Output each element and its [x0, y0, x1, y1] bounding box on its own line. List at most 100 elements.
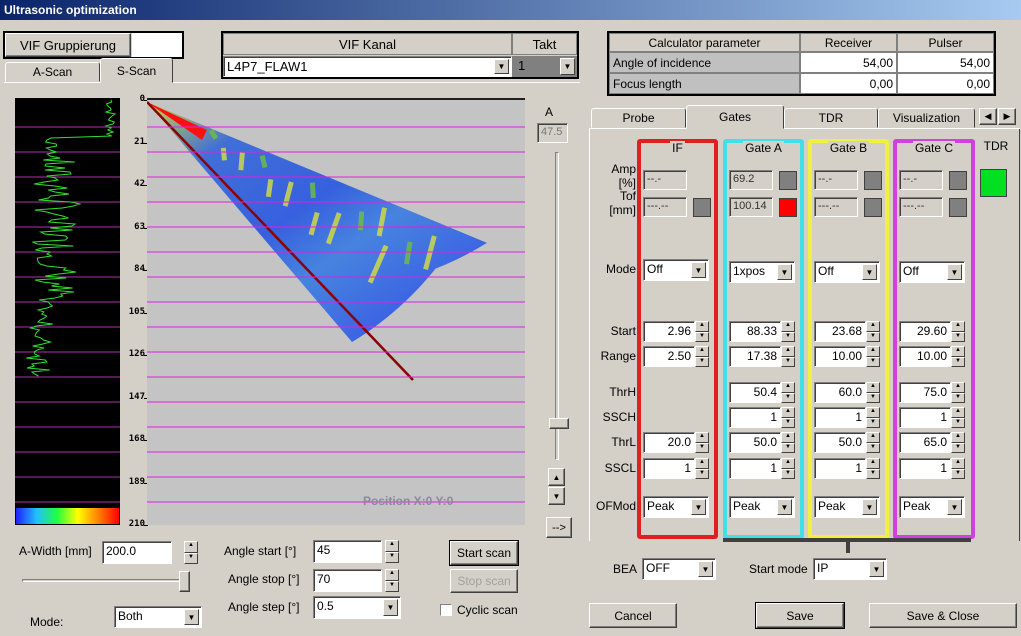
amp-slider-thumb[interactable] [549, 418, 569, 429]
a-width-slider[interactable] [22, 579, 185, 582]
chevron-down-icon[interactable]: ▼ [862, 499, 877, 515]
mode-select[interactable]: Off ▼ [814, 261, 880, 283]
start-input[interactable]: 29.60 [899, 321, 951, 342]
chevron-down-icon[interactable]: ▼ [777, 264, 792, 280]
sscl-input[interactable]: 1 [814, 458, 866, 479]
mode-select[interactable]: Off ▼ [899, 261, 965, 283]
thrh-input[interactable]: 60.0 [814, 382, 866, 403]
tab-visualization[interactable]: Visualization [878, 108, 975, 128]
thrl-stepper[interactable]: ▲ ▼ [695, 432, 709, 453]
range-input[interactable]: 17.38 [729, 346, 781, 367]
ssch-stepper[interactable]: ▲ ▼ [866, 407, 880, 428]
start-stepper[interactable]: ▲ ▼ [951, 321, 965, 342]
vif-gruppierung-field[interactable] [132, 33, 182, 57]
start-stepper[interactable]: ▲ ▼ [781, 321, 795, 342]
a-width-input[interactable]: 200.0 [102, 541, 172, 564]
s-scan-view[interactable]: Position X:0 Y:0 [146, 98, 525, 525]
ssch-stepper[interactable]: ▲ ▼ [781, 407, 795, 428]
range-stepper[interactable]: ▲ ▼ [695, 346, 709, 367]
amp-down-button[interactable]: ▼ [548, 487, 565, 505]
takt-select[interactable]: 1 ▼ [512, 56, 577, 77]
mode-select[interactable]: 1xpos ▼ [729, 261, 795, 283]
cancel-button[interactable]: Cancel [589, 603, 677, 628]
range-input[interactable]: 10.00 [899, 346, 951, 367]
start-input[interactable]: 23.68 [814, 321, 866, 342]
start-stepper[interactable]: ▲ ▼ [695, 321, 709, 342]
range-input[interactable]: 10.00 [814, 346, 866, 367]
mode-select[interactable]: Both ▼ [114, 606, 202, 628]
angle-step-select[interactable]: 0.5 ▼ [313, 596, 401, 619]
a-width-slider-thumb[interactable] [179, 571, 190, 592]
save-button[interactable]: Save [755, 602, 845, 629]
range-stepper[interactable]: ▲ ▼ [866, 346, 880, 367]
pulser-value-field[interactable]: 0,00 [897, 73, 994, 94]
chevron-down-icon[interactable]: ▼ [947, 264, 962, 280]
thrh-stepper[interactable]: ▲ ▼ [781, 382, 795, 403]
range-stepper[interactable]: ▲ ▼ [781, 346, 795, 367]
tab-probe[interactable]: Probe [591, 108, 686, 128]
sscl-stepper[interactable]: ▲ ▼ [781, 458, 795, 479]
thrl-stepper[interactable]: ▲ ▼ [781, 432, 795, 453]
chevron-down-icon[interactable]: ▼ [777, 499, 792, 515]
chevron-down-icon[interactable]: ▼ [560, 58, 575, 75]
ofmod-select[interactable]: Peak ▼ [729, 496, 795, 518]
ssch-input[interactable]: 1 [899, 407, 951, 428]
thrl-input[interactable]: 50.0 [814, 432, 866, 453]
chevron-down-icon[interactable]: ▼ [383, 599, 398, 616]
tab-scroll-left-icon[interactable]: ◀ [979, 108, 997, 125]
receiver-value-field[interactable]: 0,00 [800, 73, 897, 94]
range-stepper[interactable]: ▲ ▼ [951, 346, 965, 367]
thrl-input[interactable]: 50.0 [729, 432, 781, 453]
ssch-input[interactable]: 1 [729, 407, 781, 428]
tab-a-scan[interactable]: A-Scan [5, 62, 100, 82]
angle-stop-input[interactable]: 70 [313, 569, 382, 592]
amp-slider-track[interactable] [555, 152, 559, 460]
sscl-input[interactable]: 1 [899, 458, 951, 479]
ssch-stepper[interactable]: ▲ ▼ [951, 407, 965, 428]
save-close-button[interactable]: Save & Close [869, 603, 1017, 628]
chevron-down-icon[interactable]: ▼ [947, 499, 962, 515]
ssch-input[interactable]: 1 [814, 407, 866, 428]
vif-gruppierung-button[interactable]: VIF Gruppierung [5, 33, 131, 57]
angle-start-stepper[interactable]: ▲ ▼ [385, 540, 399, 563]
thrl-stepper[interactable]: ▲ ▼ [951, 432, 965, 453]
mode-select[interactable]: Off ▼ [643, 259, 709, 281]
thrl-input[interactable]: 20.0 [643, 432, 695, 453]
start-input[interactable]: 2.96 [643, 321, 695, 342]
a-width-stepper[interactable]: ▲ ▼ [184, 541, 198, 564]
pulser-value-field[interactable]: 54,00 [897, 52, 994, 73]
angle-stop-stepper[interactable]: ▲ ▼ [385, 569, 399, 592]
chevron-down-icon[interactable]: ▼ [691, 499, 706, 515]
tab-scroll-right-icon[interactable]: ▶ [998, 108, 1016, 125]
sscl-input[interactable]: 1 [729, 458, 781, 479]
cyclic-scan-checkbox[interactable] [440, 604, 452, 616]
sscl-input[interactable]: 1 [643, 458, 695, 479]
angle-start-input[interactable]: 45 [313, 540, 382, 563]
thrl-input[interactable]: 65.0 [899, 432, 951, 453]
start-mode-select[interactable]: IP ▼ [813, 558, 887, 580]
sscl-stepper[interactable]: ▲ ▼ [866, 458, 880, 479]
ofmod-select[interactable]: Peak ▼ [814, 496, 880, 518]
vif-kanal-select[interactable]: L4P7_FLAW1 ▼ [223, 56, 512, 77]
stop-scan-button[interactable]: Stop scan [450, 569, 518, 593]
thrh-stepper[interactable]: ▲ ▼ [866, 382, 880, 403]
chevron-down-icon[interactable]: ▼ [691, 262, 706, 278]
tab-s-scan[interactable]: S-Scan [100, 58, 173, 83]
ofmod-select[interactable]: Peak ▼ [643, 496, 709, 518]
thrh-stepper[interactable]: ▲ ▼ [951, 382, 965, 403]
tab-tdr[interactable]: TDR [784, 108, 878, 128]
thrl-stepper[interactable]: ▲ ▼ [866, 432, 880, 453]
start-stepper[interactable]: ▲ ▼ [866, 321, 880, 342]
chevron-down-icon[interactable]: ▼ [698, 561, 713, 577]
sscl-stepper[interactable]: ▲ ▼ [695, 458, 709, 479]
start-input[interactable]: 88.33 [729, 321, 781, 342]
apply-arrow-button[interactable]: --> [546, 517, 572, 538]
sscl-stepper[interactable]: ▲ ▼ [951, 458, 965, 479]
receiver-value-field[interactable]: 54,00 [800, 52, 897, 73]
range-input[interactable]: 2.50 [643, 346, 695, 367]
start-scan-button[interactable]: Start scan [449, 540, 519, 566]
amp-up-button[interactable]: ▲ [548, 468, 565, 486]
chevron-down-icon[interactable]: ▼ [184, 609, 199, 625]
thrh-input[interactable]: 50.4 [729, 382, 781, 403]
ofmod-select[interactable]: Peak ▼ [899, 496, 965, 518]
